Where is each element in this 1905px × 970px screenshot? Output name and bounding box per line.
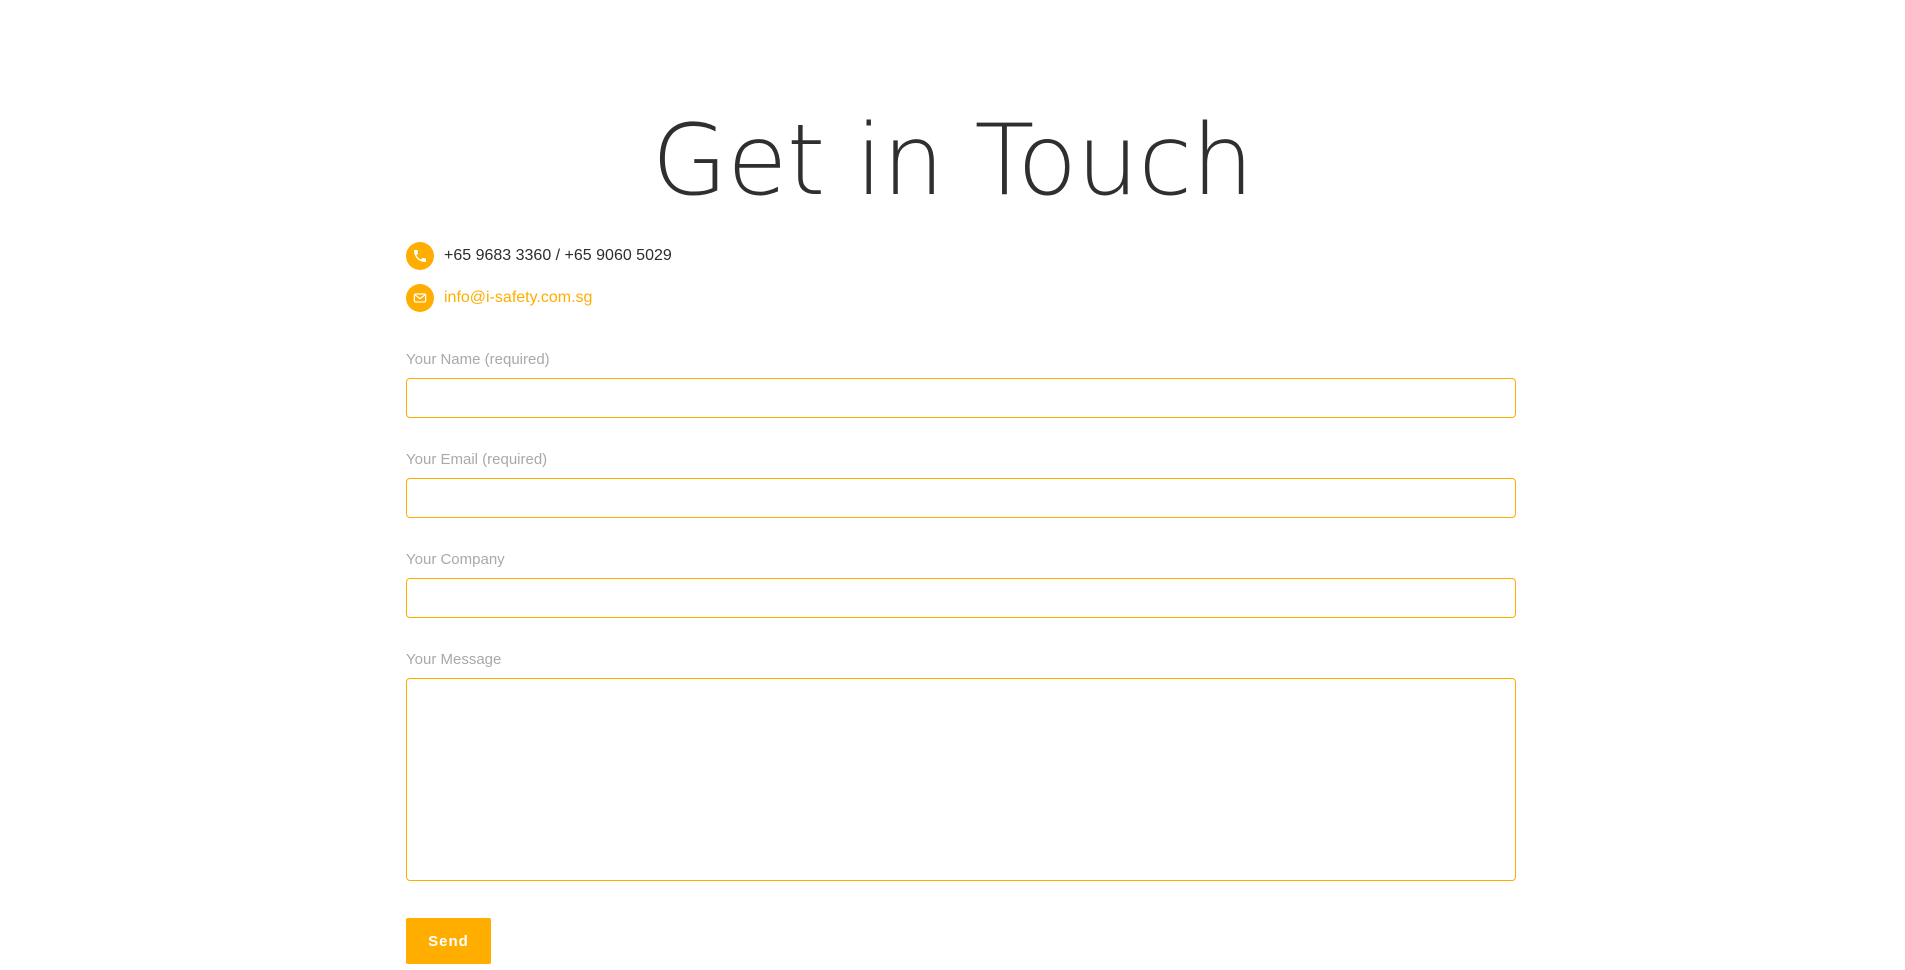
contact-form: Your Name (required) Your Email (require… bbox=[406, 350, 1516, 964]
envelope-icon bbox=[406, 284, 434, 312]
company-input[interactable] bbox=[406, 578, 1516, 618]
name-input[interactable] bbox=[406, 378, 1516, 418]
name-field-group: Your Name (required) bbox=[406, 350, 1516, 418]
contact-page: Get in Touch +65 9683 3360 / +65 9060 50… bbox=[0, 0, 1905, 970]
send-button[interactable]: Send bbox=[406, 918, 491, 964]
page-title: Get in Touch bbox=[651, 104, 1254, 218]
email-field-group: Your Email (required) bbox=[406, 450, 1516, 518]
email-label: Your Email (required) bbox=[406, 451, 548, 468]
message-field-group: Your Message bbox=[406, 650, 1516, 881]
company-label: Your Company bbox=[406, 551, 505, 568]
email-link[interactable]: info@i-safety.com.sg bbox=[444, 288, 592, 308]
email-input[interactable] bbox=[406, 478, 1516, 518]
company-field-group: Your Company bbox=[406, 550, 1516, 618]
phone-icon bbox=[406, 242, 434, 270]
message-textarea[interactable] bbox=[406, 678, 1516, 881]
phone-numbers: +65 9683 3360 / +65 9060 5029 bbox=[444, 247, 672, 264]
contact-info: +65 9683 3360 / +65 9060 5029 info@i-saf… bbox=[406, 242, 1516, 326]
name-label: Your Name (required) bbox=[406, 351, 550, 368]
phone-line: +65 9683 3360 / +65 9060 5029 bbox=[406, 242, 1516, 270]
message-label: Your Message bbox=[406, 651, 502, 668]
email-line: info@i-safety.com.sg bbox=[406, 284, 1516, 312]
